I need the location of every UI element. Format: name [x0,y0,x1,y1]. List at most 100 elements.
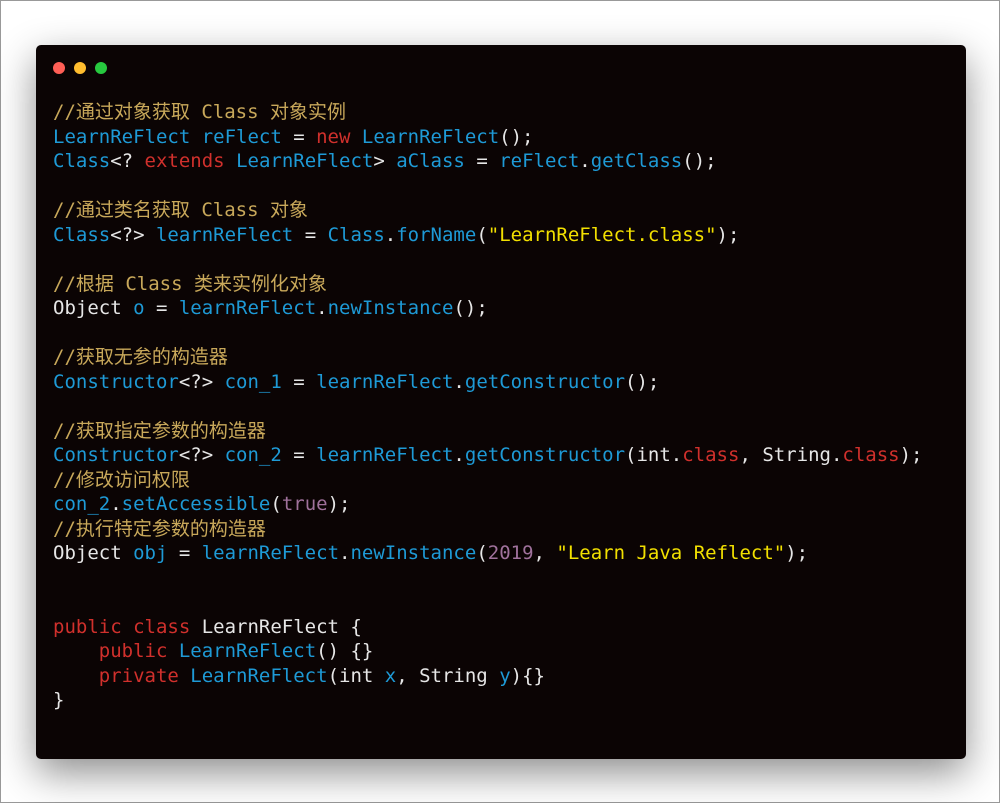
code-line: Class<?> learnReFlect = Class.forName("L… [53,223,922,248]
code-line: } [53,688,922,713]
code-token: Constructor [53,370,179,393]
code-token: (); [499,125,534,148]
code-token: } [53,689,65,711]
code-comment-line: //根据 Class 类来实例化对象 [53,272,922,297]
code-token: , [533,542,557,564]
code-token: Constructor [53,444,179,466]
code-token: setAccessible [121,493,271,515]
code-token: public class [53,615,191,638]
code-token: . [316,297,328,319]
code-token: (); [682,150,717,172]
code-token: true [281,493,328,515]
code-token: obj [133,542,168,564]
code-token: Class [53,150,111,172]
code-token: aClass [396,150,465,172]
code-token: ); [899,444,923,466]
code-token: new [316,125,351,148]
code-token: getConstructor [464,370,626,393]
code-token: > [373,150,397,172]
code-token: = [281,444,317,466]
code-token: . [110,493,122,515]
maximize-window-dot-icon[interactable] [95,62,107,74]
code-token: learnReFlect [178,297,317,319]
code-block: //通过对象获取 Class 对象实例 LearnReFlect reFlect … [53,100,922,713]
code-token: con_2 [224,444,282,466]
code-comment-line: //通过对象获取 Class 对象实例 [53,100,922,125]
code-token: LearnReFlect [236,150,374,172]
code-token: Object [53,297,134,319]
code-token: Object [53,542,134,564]
code-token: <?> [178,444,225,466]
code-token: x [384,664,397,687]
code-token: LearnReFlect [190,664,328,687]
code-token: //修改访问权限 [53,468,190,491]
code-token: (); [453,297,488,319]
code-line: public class LearnReFlect { [53,615,922,640]
code-token: = [293,223,328,246]
code-token: learnReFlect [316,370,454,393]
code-token: . [384,223,397,246]
code-token: class [682,444,740,466]
code-token: Class [53,223,111,246]
code-token: <?> [110,223,156,246]
code-token: learnReFlect [155,223,294,246]
minimize-window-dot-icon[interactable] [74,62,86,74]
code-token: //通过类名获取 Class 对象 [53,199,308,221]
code-token: ( [476,542,488,564]
code-line: LearnReFlect reFlect = new LearnReFlect(… [53,125,922,150]
code-token: forName [396,223,477,246]
code-token: = [281,370,317,393]
code-comment-line: //通过类名获取 Class 对象 [53,198,922,223]
code-line: Class<? extends LearnReFlect> aClass = r… [53,149,922,174]
code-token: ); [785,542,809,564]
code-token: ); [327,493,351,515]
code-token: (); [625,370,660,393]
code-token: public [98,640,168,662]
code-token: reFlect [499,150,580,172]
code-token: = [281,125,317,148]
code-window: //通过对象获取 Class 对象实例 LearnReFlect reFlect … [36,45,966,759]
code-token: LearnReFlect reFlect [53,125,282,148]
code-token: //获取指定参数的构造器 [53,419,266,442]
close-window-dot-icon[interactable] [53,62,65,74]
code-comment-line: //修改访问权限 [53,468,922,493]
code-comment-line: //获取指定参数的构造器 [53,419,922,444]
code-token: newInstance [350,542,477,564]
code-token: = [464,150,500,172]
code-token: ( [476,223,488,246]
code-token: . [339,542,351,564]
code-token: <?> [178,370,225,393]
code-token: LearnReFlect [361,125,500,148]
code-token: o [133,297,145,319]
code-token: getClass [590,150,683,172]
code-token: , String. [739,444,843,466]
code-token: learnReFlect [316,444,454,466]
code-token: () {} [316,640,374,662]
code-token: (int [327,664,385,687]
code-token: "LearnReFlect.class" [487,223,717,246]
code-token: <? [110,150,145,172]
code-line: Constructor<?> con_2 = learnReFlect.getC… [53,443,922,468]
code-token: LearnReFlect [178,640,317,662]
code-token: extends [144,150,225,172]
code-token: con_1 [224,370,282,393]
code-line: con_2.setAccessible(true); [53,492,922,517]
code-token: . [453,444,465,466]
code-token: getConstructor [464,444,626,466]
code-token: ); [716,223,740,246]
code-token: private [98,664,179,687]
code-token: . [579,150,591,172]
code-token: LearnReFlect { [190,615,362,638]
code-token: = [144,297,179,319]
